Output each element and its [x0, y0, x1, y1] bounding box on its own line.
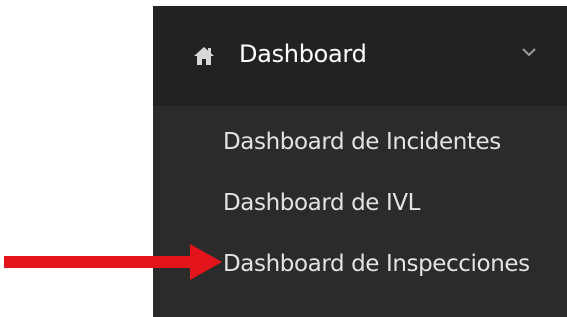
menu-item-dashboard-label: Dashboard — [239, 40, 367, 68]
red-arrow-icon — [4, 244, 222, 280]
submenu-item-ivl[interactable]: Dashboard de IVL — [223, 190, 420, 216]
screenshot: Dashboard Dashboard de Incidentes Dashbo… — [0, 0, 567, 317]
submenu-item-inspecciones[interactable]: Dashboard de Inspecciones — [223, 251, 530, 277]
menu-item-dashboard[interactable]: Dashboard — [153, 6, 567, 106]
submenu-item-incidentes[interactable]: Dashboard de Incidentes — [223, 129, 501, 155]
chevron-down-icon[interactable] — [521, 46, 537, 58]
home-icon — [194, 47, 214, 65]
